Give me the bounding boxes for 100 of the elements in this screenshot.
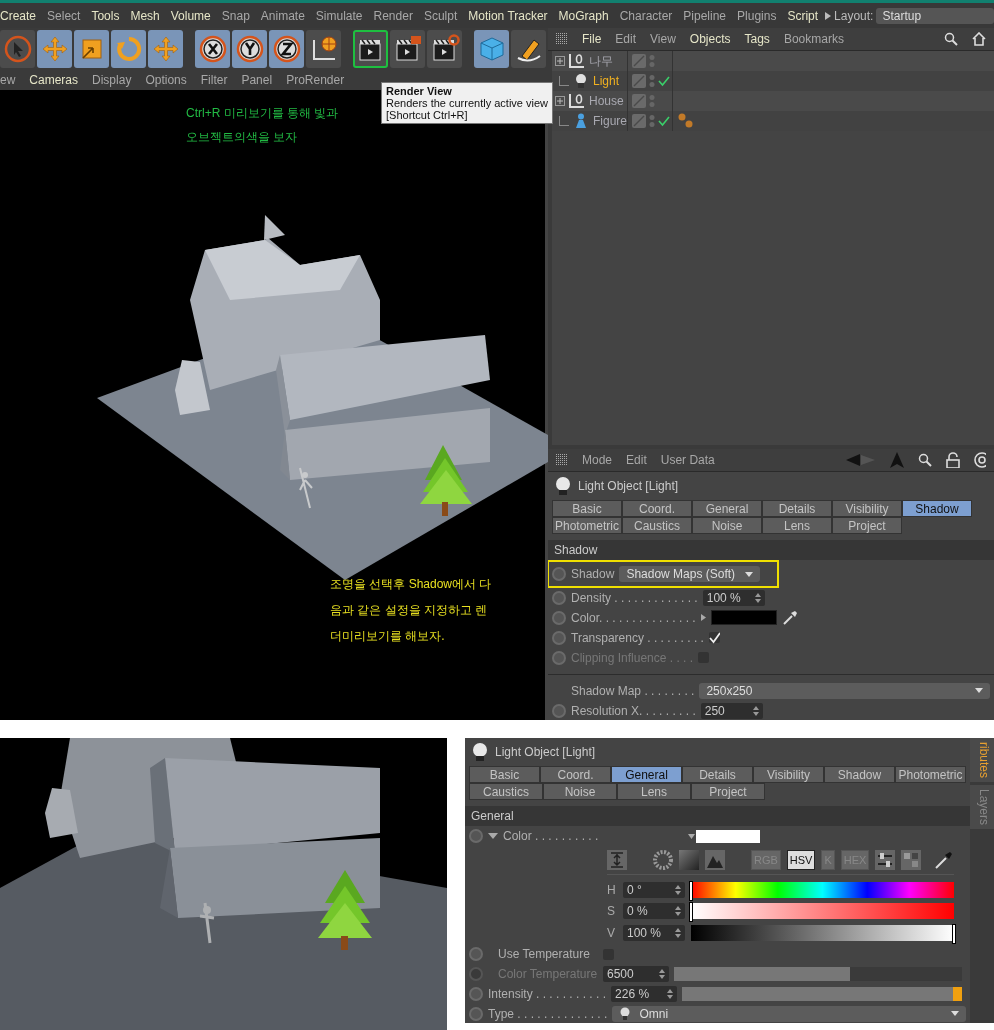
- dropdown[interactable]: Omni: [612, 1005, 966, 1022]
- number-field[interactable]: 226 %: [611, 985, 678, 1002]
- expand-arrow-icon[interactable]: [700, 614, 706, 621]
- tab[interactable]: Details: [682, 766, 753, 783]
- layout-dropdown[interactable]: Startup: [876, 7, 994, 24]
- world-tool-button[interactable]: [306, 30, 341, 68]
- menu-item[interactable]: View: [650, 32, 676, 46]
- pen-tool-button[interactable]: [511, 30, 546, 68]
- stepper-icon[interactable]: [752, 705, 759, 716]
- number-field[interactable]: 100 %: [623, 925, 685, 942]
- menu-item[interactable]: Tags: [744, 32, 770, 46]
- object-row[interactable]: 나무: [552, 51, 994, 71]
- tab[interactable]: General: [611, 766, 682, 783]
- tab[interactable]: Coord.: [622, 500, 692, 517]
- image-icon[interactable]: [705, 849, 725, 870]
- tab[interactable]: Photometric: [552, 517, 622, 534]
- menu-item[interactable]: ew: [0, 73, 16, 87]
- dropdown[interactable]: 250x250: [699, 682, 990, 699]
- color-swatch[interactable]: [696, 829, 760, 843]
- collapse-arrow-icon[interactable]: [488, 833, 498, 840]
- keyframe-radio[interactable]: [469, 947, 483, 962]
- eyedropper-icon[interactable]: [781, 609, 798, 626]
- menu-item[interactable]: Cameras: [29, 73, 79, 87]
- stepper-icon[interactable]: [659, 969, 665, 980]
- menu-item[interactable]: Character: [619, 8, 673, 23]
- stepper-icon[interactable]: [667, 988, 674, 999]
- menu-item[interactable]: Create: [0, 8, 37, 23]
- checkmark-icon[interactable]: [658, 75, 670, 87]
- tab[interactable]: Details: [762, 500, 832, 517]
- keyframe-radio[interactable]: [552, 567, 566, 581]
- swatch-grid-icon[interactable]: [901, 849, 922, 870]
- menu-item[interactable]: Snap: [221, 8, 250, 23]
- keyframe-radio[interactable]: [469, 1006, 483, 1021]
- checkbox[interactable]: [708, 632, 720, 643]
- number-field[interactable]: 0 %: [623, 903, 685, 920]
- menu-item[interactable]: Animate: [260, 8, 305, 23]
- menu-item[interactable]: Mesh: [130, 8, 160, 23]
- tab[interactable]: Noise: [543, 783, 617, 800]
- scale-tool-button[interactable]: [74, 30, 109, 68]
- slider-handle[interactable]: [689, 902, 693, 923]
- expand-plus-icon[interactable]: [555, 56, 565, 66]
- visibility-dots-icon[interactable]: [649, 74, 655, 88]
- keyframe-radio[interactable]: [552, 630, 566, 645]
- color-wheel-icon[interactable]: [653, 849, 673, 870]
- spectrum-icon[interactable]: [607, 849, 627, 870]
- keyframe-radio[interactable]: [552, 703, 566, 718]
- caret-icon[interactable]: [688, 833, 695, 839]
- eyedropper-icon[interactable]: [934, 849, 954, 870]
- y-tool-button[interactable]: [232, 30, 267, 68]
- target-icon[interactable]: [974, 452, 986, 468]
- tab[interactable]: Caustics: [622, 517, 692, 534]
- color-mode-button[interactable]: HSV: [786, 849, 816, 870]
- menu-item[interactable]: Render: [373, 8, 413, 23]
- tab[interactable]: Lens: [762, 517, 832, 534]
- menu-item[interactable]: Objects: [689, 32, 731, 46]
- tab[interactable]: Photometric: [895, 766, 966, 783]
- search-icon[interactable]: [918, 453, 932, 467]
- menu-item[interactable]: Pipeline: [683, 8, 727, 23]
- visibility-dots-icon[interactable]: [649, 94, 655, 108]
- number-field[interactable]: 250: [700, 702, 763, 719]
- x-tool-button[interactable]: [195, 30, 230, 68]
- gradient-slider[interactable]: [691, 925, 954, 942]
- stepper-icon[interactable]: [675, 928, 681, 939]
- menu-item[interactable]: Panel: [241, 73, 273, 87]
- tab[interactable]: Visibility: [753, 766, 824, 783]
- tab[interactable]: Visibility: [832, 500, 902, 517]
- menu-item[interactable]: Edit: [615, 32, 637, 46]
- tab[interactable]: Shadow: [902, 500, 972, 517]
- stepper-icon[interactable]: [675, 906, 681, 917]
- lock-icon[interactable]: [946, 452, 960, 468]
- color-swatch[interactable]: [710, 610, 777, 625]
- menu-item[interactable]: Bookmarks: [783, 32, 844, 46]
- render-settings-tool-button[interactable]: [427, 30, 462, 68]
- tab[interactable]: Shadow: [824, 766, 895, 783]
- menu-item[interactable]: Mode: [582, 453, 613, 467]
- menu-item[interactable]: Script: [787, 8, 819, 23]
- menu-item[interactable]: Sculpt: [423, 8, 458, 23]
- back-arrow-icon[interactable]: [846, 453, 876, 467]
- z-tool-button[interactable]: [269, 30, 304, 68]
- expand-plus-icon[interactable]: [555, 96, 565, 106]
- gradient-slider[interactable]: [691, 881, 954, 898]
- gradient-slider[interactable]: [691, 903, 954, 920]
- tab[interactable]: Basic: [552, 500, 622, 517]
- menu-item[interactable]: ProRender: [286, 73, 345, 87]
- tab[interactable]: Coord.: [540, 766, 611, 783]
- number-field[interactable]: 0 °: [623, 881, 685, 898]
- keyframe-radio[interactable]: [469, 829, 483, 844]
- menu-item[interactable]: Edit: [626, 453, 647, 467]
- home-icon[interactable]: [972, 32, 986, 46]
- tag-spheres-icon[interactable]: [677, 113, 695, 129]
- select-tool-button[interactable]: [0, 30, 35, 68]
- menu-item[interactable]: MoGraph: [558, 8, 609, 23]
- tab[interactable]: Lens: [617, 783, 691, 800]
- menu-item[interactable]: Simulate: [315, 8, 363, 23]
- tab[interactable]: Project: [691, 783, 765, 800]
- side-tab[interactable]: Layers: [970, 785, 994, 830]
- menu-item[interactable]: Select: [47, 8, 81, 23]
- mixer-icon[interactable]: [875, 849, 896, 870]
- keyframe-radio[interactable]: [552, 590, 566, 605]
- tab[interactable]: Noise: [692, 517, 762, 534]
